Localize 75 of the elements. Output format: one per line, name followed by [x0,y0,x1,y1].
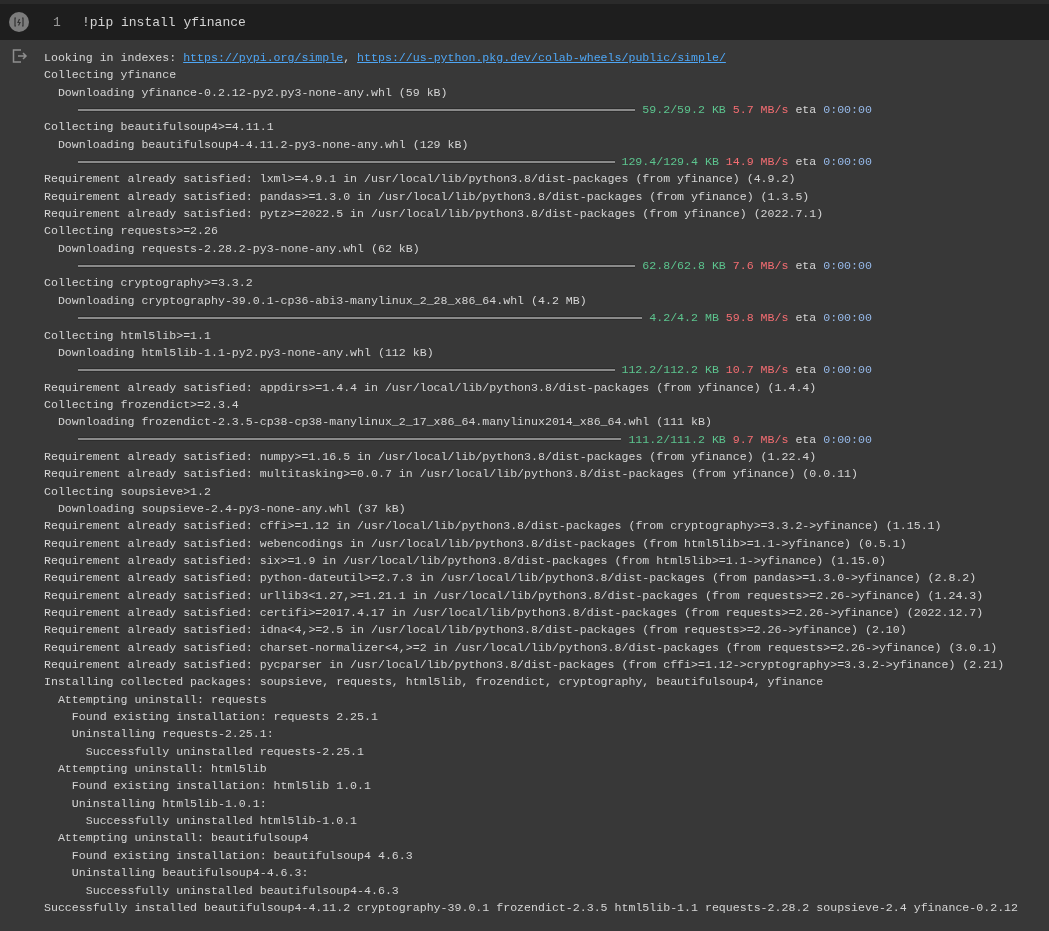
output-line: Downloading yfinance-0.2.12-py2.py3-none-any.whl (59 kB) [56,84,449,101]
output-line: Collecting yfinance [44,67,178,84]
output-line: Downloading soupsieve-2.4-py3-none-any.whl (37 kB) [56,500,407,517]
eta-label: eta [795,362,817,379]
output-line: Collecting frozendict>=2.3.4 [44,396,240,413]
output-line: Downloading html5lib-1.1-py2.py3-none-any.whl (112 kB) [56,344,435,361]
line-number: 1 [53,14,62,30]
eta-time: 0:00:00 [823,431,872,448]
output-line: Requirement already satisfied: idna<4,>=2.5 in /usr/local/lib/python3.8/dist-packages (from requests>=2.26->yfinance) (2.10) [44,622,908,639]
download-size: 111.2/111.2 KB [628,431,726,448]
output-icon [12,49,28,63]
output-line: Collecting cryptography>=3.3.2 [44,275,254,292]
run-button[interactable] [9,12,29,32]
download-speed: 7.6 MB/s [732,258,789,275]
run-status-icon [13,16,25,28]
output-line: Successfully uninstalled requests-2.25.1 [84,743,366,760]
output-line: Requirement already satisfied: python-dateutil>=2.7.3 in /usr/local/lib/python3.8/dist-packages (from pandas>=1.3.0->yfinance) (2.8.2) [44,570,978,587]
download-speed: 59.8 MB/s [725,310,789,327]
output-line: Found existing installation: beautifulsoup4 4.6.3 [70,847,414,864]
output-line: Downloading beautifulsoup4-4.11.2-py3-none-any.whl (129 kB) [56,136,470,153]
output-line: Requirement already satisfied: certifi>=2017.4.17 in /usr/local/lib/python3.8/dist-packages (from requests>=2.26->yfinance) (2022.12.7) [44,605,985,621]
output-line: Downloading frozendict-2.3.5-cp38-cp38-manylinux_2_17_x86_64.manylinux2014_x86_64.whl (111 kB) [56,414,713,431]
output-line: Requirement already satisfied: numpy>=1.16.5 in /usr/local/lib/python3.8/dist-packages (from yfinance) (1.22.4) [44,448,818,465]
link[interactable]: https://pypi.org/simple [183,51,344,64]
output-line: Successfully installed beautifulsoup4-4.11.2 cryptography-39.0.1 frozendict-2.3.5 html5lib-1.1 requests-2.28.2 soupsieve-2.4 yfinance-0.2.12 [44,899,1019,916]
output-line: Attempting uninstall: beautifulsoup4 [56,830,310,847]
output-line: Collecting soupsieve>1.2 [44,483,212,500]
output-line: Uninstalling html5lib-1.0.1: [70,795,268,812]
download-size: 4.2/4.2 MB [649,310,719,327]
output-line: Requirement already satisfied: urllib3<1.27,>=1.21.1 in /usr/local/lib/python3.8/dist-packages (from requests>=2.26->yfinance) (1.24.3) [44,587,985,604]
output-line: Requirement already satisfied: multitasking>=0.0.7 in /usr/local/lib/python3.8/dist-packages (from yfinance) (0.0.11) [44,466,859,483]
output-line: Found existing installation: requests 2.25.1 [70,709,379,726]
eta-time: 0:00:00 [823,362,872,379]
output-line: Downloading cryptography-39.0.1-cp36-abi3-manylinux_2_28_x86_64.whl (4.2 MB) [56,292,588,309]
output-line: Requirement already satisfied: pytz>=2022.5 in /usr/local/lib/python3.8/dist-packages (from yfinance) (2022.7.1) [44,206,825,223]
output-line: Requirement already satisfied: pandas>=1.3.0 in /usr/local/lib/python3.8/dist-packages (from yfinance) (1.3.5) [44,188,811,205]
output-line: Requirement already satisfied: appdirs>=1.4.4 in /usr/local/lib/python3.8/dist-packages (from yfinance) (1.4.4) [44,379,818,396]
output-line: Successfully uninstalled html5lib-1.0.1 [84,813,359,830]
download-size: 59.2/59.2 KB [642,102,726,119]
eta-label: eta [795,310,817,327]
output-line: Requirement already satisfied: lxml>=4.9.1 in /usr/local/lib/python3.8/dist-packages (from yfinance) (4.9.2) [44,171,797,188]
eta-label: eta [795,154,817,171]
output-line: Uninstalling requests-2.25.1: [70,726,275,743]
output-line: Collecting beautifulsoup4>=4.11.1 [44,119,275,136]
output-line: Requirement already satisfied: pycparser in /usr/local/lib/python3.8/dist-packages (from cffi>=1.12->cryptography>=3.3.2->yfinance) (2.21) [44,657,1006,674]
download-size: 129.4/129.4 KB [621,154,719,171]
eta-label: eta [795,258,817,275]
download-size: 62.8/62.8 KB [642,258,726,275]
eta-label: eta [795,102,817,119]
output-line: Uninstalling beautifulsoup4-4.6.3: [70,865,310,882]
output-line: Successfully uninstalled beautifulsoup4-4.6.3 [84,882,400,899]
output-line: Requirement already satisfied: webencodings in /usr/local/lib/python3.8/dist-packages (from html5lib>=1.1->yfinance) (0.5.1) [44,535,908,552]
output-line: Collecting requests>=2.26 [44,223,219,240]
output-line: Attempting uninstall: requests [56,691,268,708]
output-line: Installing collected packages: soupsieve, requests, html5lib, frozendict, cryptography, beautifulsoup4, yfinance [44,674,825,691]
output-line: Found existing installation: html5lib 1.0.1 [70,778,372,795]
code-text[interactable]: !pip install yfinance [82,14,246,30]
download-speed: 5.7 MB/s [732,102,789,119]
eta-time: 0:00:00 [823,154,872,171]
download-size: 112.2/112.2 KB [621,362,719,379]
eta-time: 0:00:00 [823,258,872,275]
output-line: Attempting uninstall: html5lib [56,761,268,778]
eta-label: eta [795,431,817,448]
output-line: Downloading requests-2.28.2-py3-none-any.whl (62 kB) [56,240,421,257]
output-line: Requirement already satisfied: cffi>=1.12 in /usr/local/lib/python3.8/dist-packages (from cryptography>=3.3.2->yfinance) (1.15.1) [44,518,943,535]
output-line: Requirement already satisfied: charset-normalizer<4,>=2 in /usr/local/lib/python3.8/dist-packages (from requests>=2.26->yfinance) (3.0.1) [44,639,999,656]
eta-time: 0:00:00 [823,102,872,119]
download-speed: 10.7 MB/s [725,362,789,379]
eta-time: 0:00:00 [823,310,872,327]
output-line: Looking in indexes: https://pypi.org/simple, https://us-python.pkg.dev/colab-wheels/public/simple/ [44,50,727,66]
link[interactable]: https://us-python.pkg.dev/colab-wheels/public/simple/ [357,51,726,64]
output-line: Collecting html5lib>=1.1 [44,327,212,344]
download-speed: 14.9 MB/s [725,154,789,171]
output-line: Requirement already satisfied: six>=1.9 in /usr/local/lib/python3.8/dist-packages (from html5lib>=1.1->yfinance) (1.15.0) [44,552,887,569]
download-speed: 9.7 MB/s [732,431,789,448]
